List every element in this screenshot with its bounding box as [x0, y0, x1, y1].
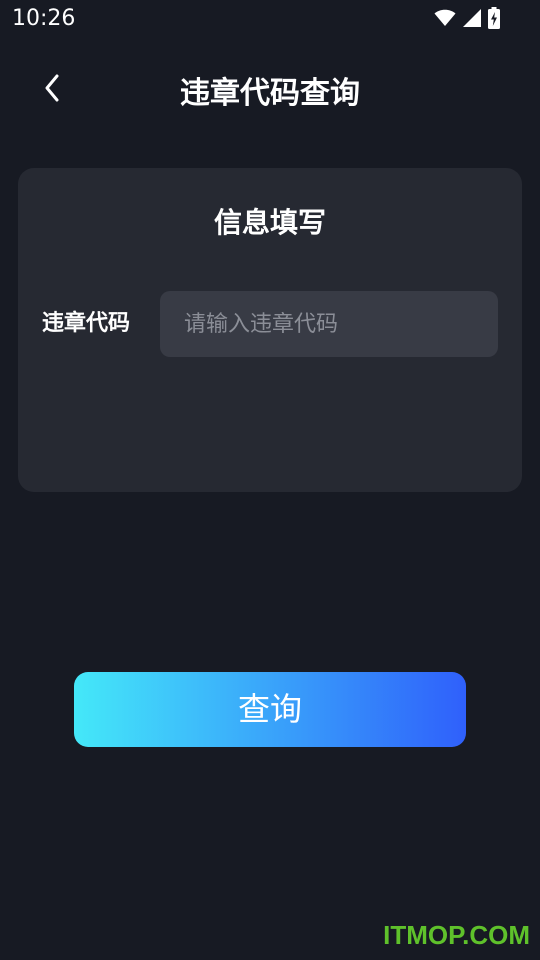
query-button[interactable]: 查询 [74, 672, 466, 747]
status-bar: 10:26 [0, 0, 540, 38]
info-card: 信息填写 违章代码 [18, 168, 522, 492]
violation-code-input[interactable] [160, 291, 498, 357]
signal-icon [462, 8, 482, 28]
wifi-icon [434, 9, 456, 27]
watermark-logo: ITMOP.COM [383, 920, 530, 950]
page-title: 违章代码查询 [180, 76, 360, 111]
status-time: 10:26 [12, 6, 76, 31]
card-title: 信息填写 [213, 206, 326, 239]
status-icons [434, 7, 500, 29]
header: 违章代码查询 [0, 56, 540, 132]
battery-charging-icon [488, 7, 500, 29]
violation-code-label: 违章代码 [42, 311, 131, 336]
